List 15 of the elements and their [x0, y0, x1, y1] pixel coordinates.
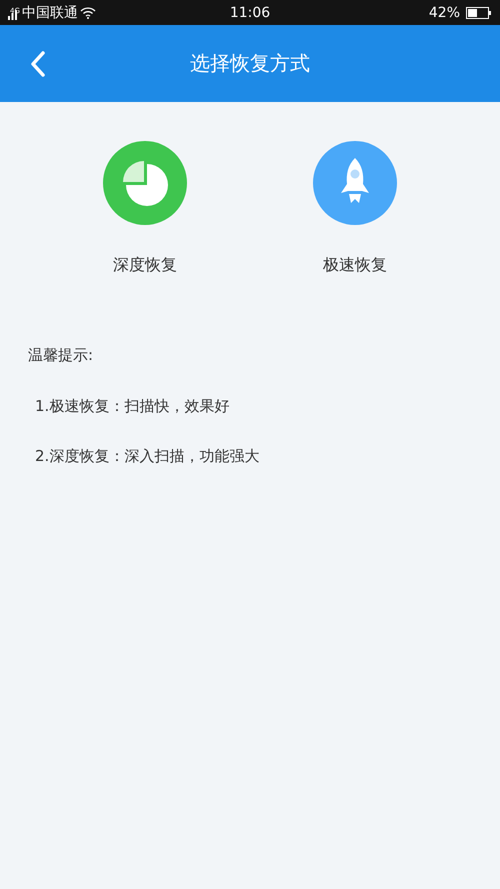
- wifi-icon: [80, 6, 96, 18]
- page-title: 选择恢复方式: [190, 50, 310, 77]
- signal-icon: [8, 8, 20, 20]
- tips-heading: 温馨提示:: [28, 346, 94, 365]
- pie-chart-icon[interactable]: [103, 141, 187, 225]
- option-label[interactable]: 极速恢复: [323, 255, 387, 276]
- option-label[interactable]: 深度恢复: [113, 255, 177, 276]
- rocket-icon[interactable]: [313, 141, 397, 225]
- battery-percent: 42%: [428, 4, 460, 20]
- battery-icon: [466, 6, 492, 18]
- carrier-name: 中国联通: [22, 4, 78, 22]
- tip-text: 1.极速恢复：扫描快，效果好: [35, 397, 230, 416]
- back-icon[interactable]: [30, 50, 46, 78]
- tip-text: 2.深度恢复：深入扫描，功能强大: [35, 447, 260, 466]
- clock-time: 11:06: [230, 4, 270, 20]
